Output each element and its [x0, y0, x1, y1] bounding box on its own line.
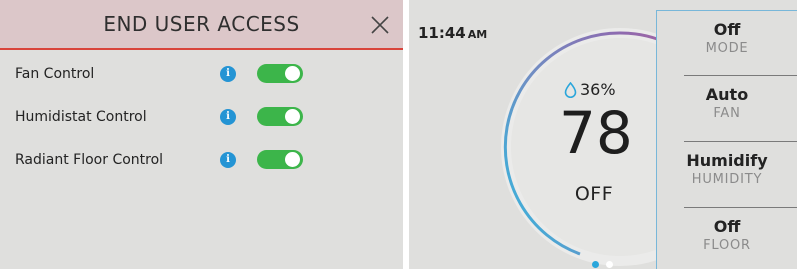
fan-menu-item[interactable]: Auto FAN	[657, 76, 797, 140]
humidity-value: 36%	[580, 80, 616, 99]
settings-drawer: Off MODE Auto FAN Humidify HUMIDITY Off …	[656, 10, 797, 269]
info-icon[interactable]: i	[220, 108, 236, 125]
humidity-menu-item[interactable]: Humidify HUMIDITY	[657, 142, 797, 206]
humidistat-control-toggle[interactable]	[257, 107, 303, 126]
close-icon[interactable]	[369, 14, 391, 36]
floor-caption: FLOOR	[703, 238, 751, 253]
row-label: Radiant Floor Control	[15, 151, 164, 168]
row-label: Fan Control	[15, 65, 95, 82]
clock-time: 11:44	[418, 24, 466, 42]
humidity-mode-value: Humidify	[686, 151, 768, 170]
floor-menu-item[interactable]: Off FLOOR	[657, 208, 797, 269]
access-row-fan-control: Fan Control i	[0, 52, 403, 95]
fan-control-toggle[interactable]	[257, 64, 303, 83]
toggle-knob	[285, 152, 300, 167]
toggle-knob	[285, 109, 300, 124]
info-icon[interactable]: i	[220, 151, 236, 168]
clock-ampm: AM	[467, 28, 488, 41]
info-icon[interactable]: i	[220, 65, 236, 82]
fan-caption: FAN	[713, 106, 741, 121]
thermostat-screen: 11:44 AM 36% 78 OFF Off MODE Auto FAN Hum…	[409, 0, 797, 269]
floor-value: Off	[713, 217, 741, 236]
mode-caption: MODE	[705, 41, 749, 56]
page-dot[interactable]	[606, 261, 613, 268]
humidity-readout: 36%	[564, 80, 644, 99]
panel-header: END USER ACCESS	[0, 0, 403, 50]
panel-title: END USER ACCESS	[103, 12, 300, 36]
page-indicator[interactable]	[592, 261, 613, 268]
access-row-humidistat-control: Humidistat Control i	[0, 95, 403, 138]
row-label: Humidistat Control	[15, 108, 147, 125]
end-user-access-panel: END USER ACCESS Fan Control i Humidistat…	[0, 0, 403, 269]
system-status: OFF	[574, 183, 614, 205]
access-list: Fan Control i Humidistat Control i Radia…	[0, 52, 403, 181]
toggle-knob	[285, 66, 300, 81]
mode-value: Off	[713, 20, 741, 39]
access-row-radiant-floor-control: Radiant Floor Control i	[0, 138, 403, 181]
clock: 11:44 AM	[418, 23, 487, 42]
mode-menu-item[interactable]: Off MODE	[657, 11, 797, 75]
fan-value: Auto	[705, 85, 749, 104]
humidity-caption: HUMIDITY	[691, 172, 763, 187]
droplet-icon	[564, 81, 577, 98]
radiant-floor-control-toggle[interactable]	[257, 150, 303, 169]
page-dot-active[interactable]	[592, 261, 599, 268]
current-temperature: 78	[559, 99, 633, 167]
